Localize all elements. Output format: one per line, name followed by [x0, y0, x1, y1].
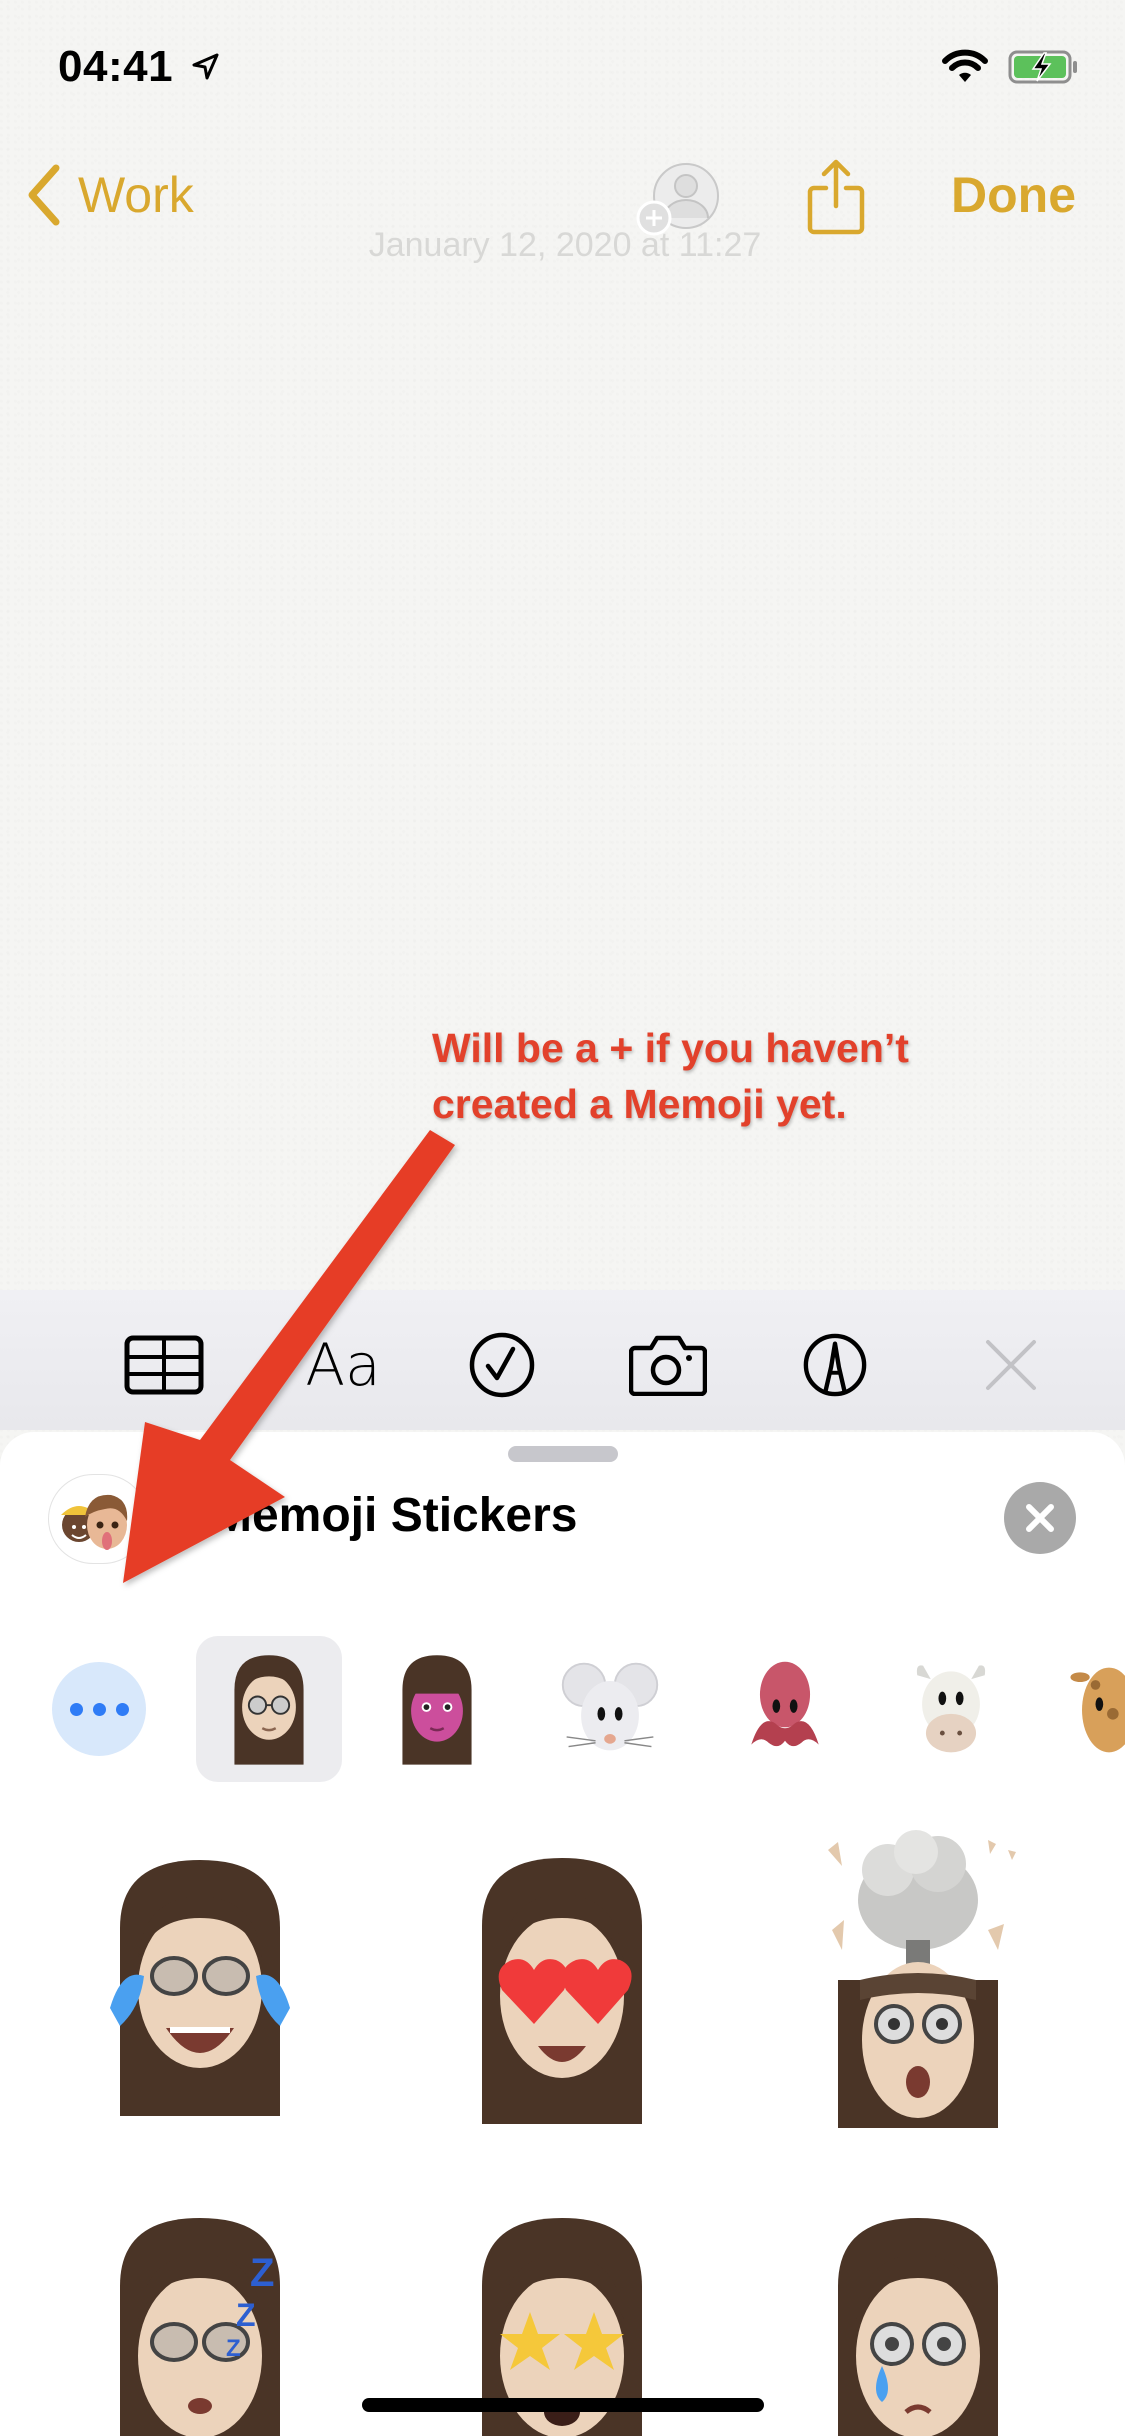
- back-button[interactable]: Work: [24, 160, 194, 230]
- sticker-crying[interactable]: [818, 2216, 1018, 2436]
- close-icon: [1026, 1504, 1054, 1532]
- svg-text:Z: Z: [236, 2297, 256, 2333]
- more-options-button[interactable]: [52, 1662, 146, 1756]
- checkmark-circle-icon: [469, 1332, 535, 1398]
- chevron-left-icon: [28, 164, 60, 226]
- wifi-icon: [942, 49, 988, 82]
- format-button[interactable]: Aa: [305, 1330, 380, 1400]
- svg-text:Z: Z: [226, 2335, 241, 2362]
- sheet-grabber[interactable]: [508, 1446, 618, 1462]
- memoji-group-icon: [61, 1494, 128, 1550]
- battery-charging-icon: [1008, 50, 1077, 84]
- mouse-icon: [561, 1662, 659, 1751]
- checklist-button[interactable]: [467, 1330, 537, 1400]
- memoji-laughing-tears-icon: [110, 1860, 290, 2116]
- camera-button[interactable]: [629, 1330, 707, 1400]
- memoji-mind-blown-icon: [828, 1830, 1016, 2128]
- markup-button[interactable]: [801, 1330, 869, 1400]
- table-icon: [124, 1335, 204, 1395]
- character-mouse[interactable]: [537, 1636, 683, 1782]
- memoji-sleeping-icon: Z Z Z: [120, 2218, 280, 2436]
- annotation-line-1: Will be a + if you haven’t: [432, 1025, 909, 1071]
- sheet-title: Memoji Stickers: [212, 1489, 578, 1542]
- note-date: January 12, 2020 at 11:27: [368, 226, 762, 264]
- sticker-mind-blown[interactable]: [808, 1830, 1028, 2135]
- home-indicator[interactable]: [362, 2398, 764, 2412]
- dismiss-toolbar-button[interactable]: [984, 1330, 1038, 1400]
- svg-text:Z: Z: [250, 2251, 274, 2295]
- sticker-sleeping[interactable]: Z Z Z: [100, 2216, 320, 2436]
- sticker-heart-eyes[interactable]: [462, 1856, 662, 2131]
- status-time: 04:41: [58, 42, 174, 91]
- memoji-glasses-icon: [234, 1655, 304, 1765]
- giraffe-icon: [1070, 1667, 1125, 1753]
- more-dot: [92, 1702, 106, 1716]
- memoji-heart-eyes-icon: [482, 1858, 642, 2124]
- character-my-memoji[interactable]: [196, 1636, 342, 1782]
- cow-icon: [916, 1665, 986, 1753]
- annotation-callout: Will be a + if you haven’t created a Mem…: [432, 1020, 1032, 1132]
- back-label: Work: [78, 167, 194, 223]
- character-cow[interactable]: [878, 1636, 1024, 1782]
- more-dot: [115, 1702, 129, 1716]
- share-icon[interactable]: [806, 158, 866, 236]
- memoji-pink-icon: [402, 1655, 472, 1765]
- pen-tip-circle-icon: [803, 1333, 867, 1397]
- memoji-app-icon: [48, 1474, 148, 1564]
- memoji-crying-icon: [838, 2218, 998, 2436]
- more-dot: [69, 1702, 83, 1716]
- character-giraffe[interactable]: [1066, 1636, 1125, 1782]
- close-icon: [986, 1340, 1036, 1390]
- character-octopus[interactable]: [712, 1636, 858, 1782]
- close-sheet-button[interactable]: [1004, 1482, 1076, 1554]
- character-memoji-pink[interactable]: [364, 1636, 510, 1782]
- sticker-tears-of-joy[interactable]: [100, 1858, 300, 2123]
- location-arrow-icon: [192, 53, 219, 80]
- annotation-line-2: created a Memoji yet.: [432, 1081, 847, 1127]
- octopus-icon: [751, 1661, 819, 1747]
- done-button[interactable]: Done: [951, 166, 1076, 224]
- camera-icon: [629, 1335, 707, 1396]
- add-collaborator-icon[interactable]: [636, 160, 720, 236]
- table-button[interactable]: [124, 1330, 204, 1400]
